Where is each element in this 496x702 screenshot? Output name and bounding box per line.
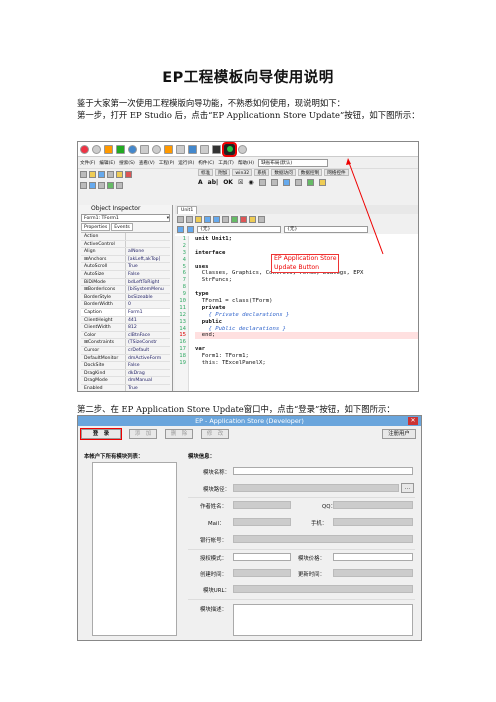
created-field[interactable] xyxy=(233,569,291,577)
author-field[interactable] xyxy=(233,501,291,509)
callout-line2: Update Button xyxy=(274,263,320,271)
module-list-panel: 本帐户下所有模块列表： xyxy=(84,452,184,640)
app-store-window: EP - Application Store (Developer) ✕ 登 录… xyxy=(77,415,422,641)
desc-field[interactable] xyxy=(233,604,413,636)
divider xyxy=(188,497,415,498)
step2-text: 第二步、在 EP Application Store Update窗口中，点击“… xyxy=(77,404,395,414)
price-label: 模块价格： xyxy=(298,556,325,562)
modify-button[interactable]: 修 改 xyxy=(201,429,229,439)
updated-label: 更新时间： xyxy=(298,572,325,578)
url-field[interactable] xyxy=(233,585,413,593)
author-label: 作者姓名： xyxy=(200,504,227,510)
price-field[interactable] xyxy=(333,553,413,561)
window-title: EP - Application Store (Developer) xyxy=(195,417,304,425)
module-name-field[interactable] xyxy=(233,467,413,475)
bank-label: 银行帐号： xyxy=(200,538,227,544)
bank-field[interactable] xyxy=(233,535,413,543)
divider xyxy=(188,599,415,600)
callout-arrow xyxy=(346,158,384,255)
intro-text: 鉴于大家第一次使用工程模版向导功能，不熟悉如何使用，现说明如下： xyxy=(77,98,345,108)
divider xyxy=(188,549,415,550)
store-toolbar: 登 录 添 加 删 除 修 改 注册用户 xyxy=(78,426,421,442)
url-label: 模块URL： xyxy=(203,588,230,594)
callout-box: EP Application Store Update Button xyxy=(271,254,339,273)
license-label: 授权模式： xyxy=(200,556,227,562)
phone-field[interactable] xyxy=(333,518,413,526)
module-name-label: 模块名称： xyxy=(203,470,230,476)
browse-button[interactable]: ... xyxy=(401,483,414,493)
window-title-bar: EP - Application Store (Developer) ✕ xyxy=(78,416,421,426)
login-button[interactable]: 登 录 xyxy=(80,428,122,440)
module-path-label: 模块路径： xyxy=(203,487,230,493)
updated-field[interactable] xyxy=(333,569,413,577)
module-info-panel: 模块信息： xyxy=(188,452,418,460)
module-list-label: 本帐户下所有模块列表： xyxy=(84,454,144,460)
delete-button[interactable]: 删 除 xyxy=(165,429,193,439)
mail-label: Mail： xyxy=(208,521,225,527)
mail-field[interactable] xyxy=(233,518,291,526)
qq-field[interactable] xyxy=(333,501,413,509)
step1-text: 第一步，打开 EP Studio 后，点击“EP Applicationn St… xyxy=(77,110,420,120)
ide-screenshot: 文件(F) 编辑(E) 搜索(S) 查看(V) 工程(P) 运行(R) 构件(C… xyxy=(77,141,419,392)
phone-label: 手机： xyxy=(311,521,328,527)
module-info-label: 模块信息： xyxy=(188,454,215,460)
desc-label: 模块描述： xyxy=(200,607,227,613)
module-path-field[interactable] xyxy=(233,484,399,492)
created-label: 创建时间： xyxy=(200,572,227,578)
license-field[interactable] xyxy=(233,553,291,561)
callout-line1: EP Application Store xyxy=(274,255,337,262)
module-list[interactable] xyxy=(92,462,177,636)
close-icon[interactable]: ✕ xyxy=(408,417,418,425)
add-button[interactable]: 添 加 xyxy=(129,429,157,439)
register-button[interactable]: 注册用户 xyxy=(382,429,416,439)
page-title: EP工程模板向导使用说明 xyxy=(162,70,334,86)
